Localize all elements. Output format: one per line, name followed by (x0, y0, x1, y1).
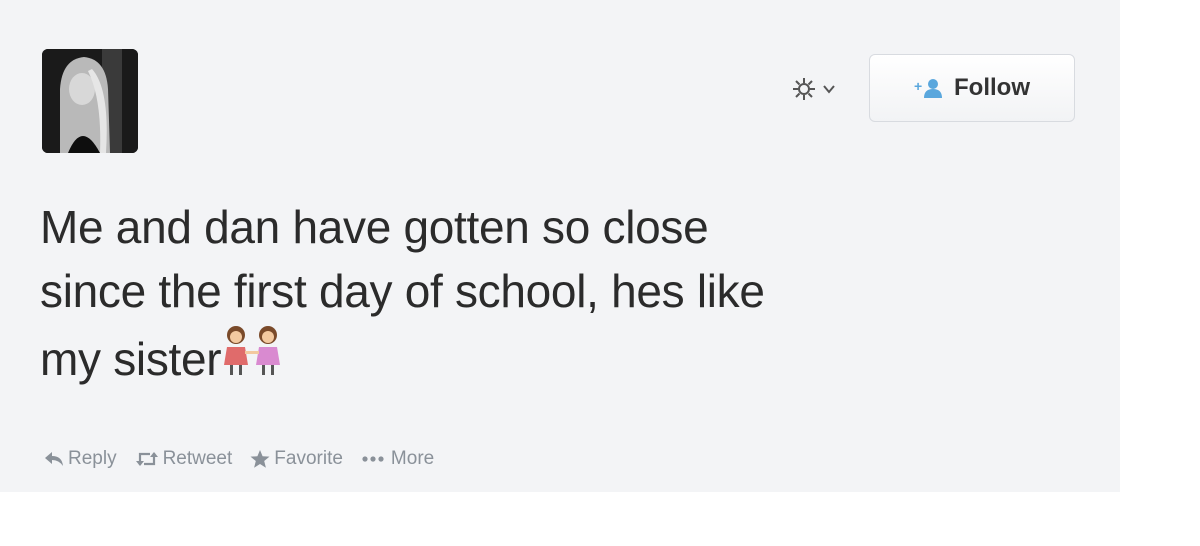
tweet-text-line-1: Me and dan have gotten so close (40, 201, 709, 253)
more-action[interactable]: More (361, 448, 434, 470)
tweet-actions: Reply Retweet Favorite More (44, 448, 434, 470)
two-women-emoji-icon (224, 326, 281, 375)
star-icon (250, 450, 270, 468)
settings-menu-button[interactable] (792, 74, 856, 104)
svg-text:+: + (914, 78, 922, 94)
gear-icon (793, 78, 815, 100)
more-dots-icon (362, 456, 384, 462)
avatar-photo (42, 49, 138, 153)
retweet-action[interactable]: Retweet (135, 448, 233, 470)
chevron-down-icon (823, 85, 835, 94)
follow-button[interactable]: + Follow (869, 54, 1075, 122)
tweet-text: Me and dan have gotten so close since th… (40, 195, 1040, 391)
avatar[interactable] (42, 49, 138, 153)
favorite-label: Favorite (274, 448, 343, 469)
reply-label: Reply (68, 448, 117, 469)
more-label: More (390, 448, 435, 469)
tweet-text-line-2: since the first day of school, hes like (40, 265, 765, 317)
retweet-label: Retweet (162, 448, 233, 469)
retweet-icon (135, 452, 158, 466)
favorite-action[interactable]: Favorite (250, 448, 343, 470)
tweet-card: + Follow Me and dan have gotten so close… (0, 0, 1120, 492)
add-user-icon: + (914, 78, 942, 98)
reply-action[interactable]: Reply (44, 448, 117, 470)
tweet-text-line-3: my sister (40, 333, 222, 385)
follow-label: Follow (954, 74, 1030, 101)
reply-icon (45, 452, 63, 466)
